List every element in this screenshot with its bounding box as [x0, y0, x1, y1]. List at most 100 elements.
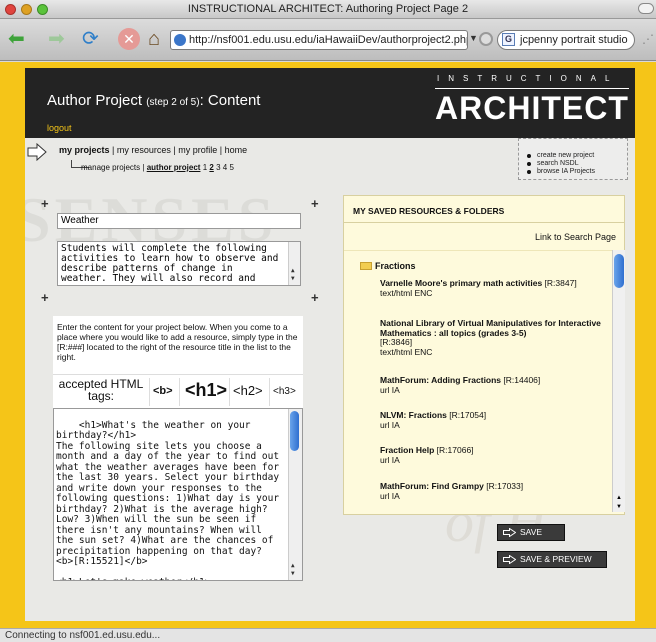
- step-link[interactable]: 5: [229, 163, 233, 172]
- globe-icon: [174, 34, 186, 46]
- stop-icon[interactable]: ✕: [118, 28, 140, 50]
- resource-item[interactable]: Varnelle Moore's primary math activities…: [380, 278, 606, 298]
- nav-my-projects[interactable]: my projects: [59, 145, 110, 155]
- resize-handle-icon[interactable]: ⋰: [642, 32, 654, 46]
- tag-h2-button[interactable]: <h2>: [233, 383, 263, 398]
- project-description-field[interactable]: Students will complete the following act…: [57, 241, 301, 286]
- page-container: SENSES of H Author Project (step 2 of 5)…: [25, 68, 635, 621]
- saved-resources-panel: MY SAVED RESOURCES & FOLDERS Link to Sea…: [343, 195, 625, 515]
- resource-title: Varnelle Moore's primary math activities: [380, 278, 543, 288]
- home-icon[interactable]: ⌂: [148, 28, 160, 50]
- right-arrow-icon: [503, 528, 516, 537]
- resource-code: [R:17033]: [483, 481, 524, 491]
- url-field[interactable]: http://nsf001.edu.usu.edu/iaHawaiiDev/au…: [170, 30, 468, 50]
- saved-resources-heading: MY SAVED RESOURCES & FOLDERS: [344, 196, 624, 223]
- resource-code: [R:3847]: [542, 278, 577, 288]
- nav-separator: |: [109, 145, 117, 155]
- status-bar: Connecting to nsf001.ed.usu.edu...: [0, 628, 656, 642]
- nav-my-profile[interactable]: my profile: [178, 145, 217, 155]
- folder-item[interactable]: Fractions: [360, 261, 416, 271]
- step-link[interactable]: 4: [223, 163, 227, 172]
- project-actions: create new project search NSDL browse IA…: [518, 138, 628, 180]
- step-indicator: (step 2 of 5): [146, 97, 200, 108]
- browse-ia-projects-link[interactable]: browse IA Projects: [527, 168, 595, 176]
- browser-toolbar: ⬅ ➡ ⟳ ✕ ⌂ http://nsf001.edu.usu.edu/iaHa…: [0, 19, 656, 61]
- tag-divider: [269, 378, 270, 406]
- main-nav: my projects | my resources | my profile …: [59, 145, 247, 155]
- resource-code: [R:17054]: [446, 410, 487, 420]
- search-text: jcpenny portrait studio: [520, 34, 628, 46]
- step-link-current[interactable]: 2: [209, 163, 213, 172]
- reload-icon[interactable]: ⟳: [82, 28, 99, 50]
- rss-icon[interactable]: [479, 32, 493, 46]
- resource-code: [R:14406]: [501, 375, 541, 385]
- brand-divider: [435, 88, 629, 89]
- scroll-up-icon[interactable]: ▲: [616, 495, 622, 501]
- plus-icon: +: [311, 196, 319, 211]
- resource-item[interactable]: MathForum: Find Grampy [R:17033] url IA: [380, 481, 606, 501]
- resource-meta: text/html ENC: [380, 287, 433, 298]
- content-scrollbar[interactable]: ▲ ▼: [288, 409, 302, 580]
- tag-h3-button[interactable]: <h3>: [273, 386, 296, 397]
- nav-home[interactable]: home: [225, 145, 248, 155]
- save-button[interactable]: SAVE: [497, 524, 565, 541]
- create-new-project-link[interactable]: create new project: [527, 152, 595, 160]
- search-field[interactable]: G jcpenny portrait studio: [497, 30, 635, 50]
- link-to-search-page[interactable]: Link to Search Page: [535, 232, 616, 242]
- resource-item[interactable]: NLVM: Fractions [R:17054] url IA: [380, 410, 606, 430]
- content-text: <h1>What's the weather on your birthday?…: [56, 419, 280, 580]
- resource-list: Fractions Varnelle Moore's primary math …: [344, 250, 612, 512]
- step-link[interactable]: 1: [203, 163, 207, 172]
- tag-bold-button[interactable]: <b>: [153, 385, 173, 397]
- resource-code: [R:3846]: [380, 337, 413, 347]
- scrollbar-thumb[interactable]: [614, 254, 624, 288]
- accepted-tags-bar: accepted HTML tags: <b> <h1> <h2> <h3>: [53, 374, 303, 408]
- folder-label: Fractions: [375, 261, 416, 271]
- scroll-down-icon[interactable]: ▼: [616, 504, 622, 510]
- tag-divider: [179, 378, 180, 406]
- forward-arrow-icon[interactable]: ➡: [48, 28, 65, 50]
- resource-list-scrollbar[interactable]: ▲ ▼: [612, 250, 625, 512]
- scroll-down-icon[interactable]: ▼: [291, 274, 295, 284]
- save-preview-button-label: SAVE & PREVIEW: [520, 554, 592, 564]
- resource-meta: url IA: [380, 384, 400, 395]
- google-icon: G: [502, 33, 515, 46]
- resource-title: NLVM: Fractions: [380, 410, 447, 420]
- search-nsdl-link[interactable]: search NSDL: [527, 160, 595, 168]
- tag-divider: [149, 378, 150, 406]
- nav-author-project[interactable]: author project: [147, 163, 201, 172]
- step-link[interactable]: 3: [216, 163, 220, 172]
- nav-manage-projects[interactable]: manage projects: [81, 163, 140, 172]
- url-text: http://nsf001.edu.usu.edu/iaHawaiiDev/au…: [189, 34, 468, 46]
- save-and-preview-button[interactable]: SAVE & PREVIEW: [497, 551, 607, 568]
- scroll-down-icon[interactable]: ▼: [291, 569, 295, 580]
- page-title-text: Author Project: [47, 92, 147, 109]
- logout-link[interactable]: logout: [47, 123, 72, 133]
- toolbar-toggle-button[interactable]: [638, 3, 654, 14]
- page-title: Author Project (step 2 of 5): Content: [47, 92, 260, 109]
- resource-item[interactable]: MathForum: Adding Fractions [R:14406] ur…: [380, 375, 606, 395]
- description-scrollbar[interactable]: ▲ ▼: [288, 242, 300, 285]
- resource-title: National Library of Virtual Manipulative…: [380, 318, 601, 338]
- nav-my-resources[interactable]: my resources: [117, 145, 171, 155]
- back-arrow-icon[interactable]: ⬅: [8, 28, 25, 50]
- project-title-field[interactable]: Weather: [57, 213, 301, 229]
- resource-code: [R:17066]: [434, 445, 474, 455]
- plus-icon: +: [311, 290, 319, 305]
- description-text: Students will complete the following act…: [61, 243, 279, 284]
- window-titlebar: INSTRUCTIONAL ARCHITECT: Authoring Proje…: [0, 0, 656, 19]
- tag-h1-button[interactable]: <h1>: [185, 380, 227, 401]
- sub-nav: manage projects | author project 1 2 3 4…: [81, 163, 234, 172]
- accepted-tags-label: accepted HTML tags:: [58, 377, 144, 403]
- brand-tagline: INSTRUCTIONAL: [437, 74, 619, 83]
- save-button-label: SAVE: [520, 527, 543, 537]
- chevron-down-icon[interactable]: ▼: [469, 33, 478, 43]
- scrollbar-thumb[interactable]: [290, 411, 299, 451]
- resource-meta: url IA: [380, 419, 400, 430]
- resource-meta: url IA: [380, 490, 400, 501]
- resource-item[interactable]: Fraction Help [R:17066] url IA: [380, 445, 606, 465]
- project-content-field[interactable]: <h1>What's the weather on your birthday?…: [53, 408, 303, 581]
- content-instructions: Enter the content for your project below…: [53, 316, 303, 381]
- nav-separator: |: [217, 145, 225, 155]
- resource-item[interactable]: National Library of Virtual Manipulative…: [380, 318, 606, 357]
